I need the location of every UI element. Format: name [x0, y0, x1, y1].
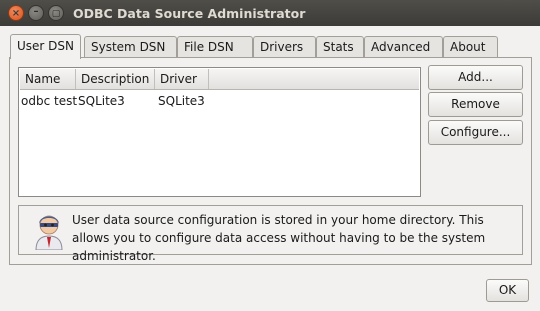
title-bar: × – ▢ ODBC Data Source Administrator — [0, 0, 540, 26]
remove-button[interactable]: Remove — [428, 92, 523, 117]
table-row[interactable]: odbc test SQLite3 SQLite3 — [21, 92, 416, 110]
tab-stats[interactable]: Stats — [316, 36, 364, 58]
tab-drivers[interactable]: Drivers — [253, 36, 316, 58]
tab-user-dsn[interactable]: User DSN — [10, 34, 81, 59]
tab-file-dsn[interactable]: File DSN — [177, 36, 253, 58]
tab-label: Stats — [323, 40, 354, 54]
list-header: Name Description Driver — [20, 69, 419, 90]
cell-name: odbc test — [21, 94, 78, 108]
user-icon — [35, 215, 63, 250]
add-button[interactable]: Add... — [428, 65, 523, 90]
tab-label: Drivers — [260, 40, 304, 54]
tab-label: About — [450, 40, 486, 54]
configure-button[interactable]: Configure... — [428, 120, 523, 145]
tab-advanced[interactable]: Advanced — [364, 36, 443, 58]
minimize-icon[interactable]: – — [28, 5, 44, 21]
window-title: ODBC Data Source Administrator — [73, 6, 306, 21]
column-header-description[interactable]: Description — [76, 69, 155, 89]
tab-label: File DSN — [184, 40, 234, 54]
info-text: User data source configuration is stored… — [72, 213, 486, 263]
user-dsn-panel: Name Description Driver odbc test SQLite… — [9, 57, 532, 265]
maximize-icon[interactable]: ▢ — [48, 5, 64, 21]
close-icon[interactable]: × — [8, 5, 24, 21]
tab-about[interactable]: About — [443, 36, 498, 58]
cell-description: SQLite3 — [78, 94, 125, 108]
column-header-name[interactable]: Name — [20, 69, 76, 89]
column-header-driver[interactable]: Driver — [155, 69, 209, 89]
cell-driver: SQLite3 — [158, 94, 205, 108]
tab-label: Advanced — [371, 40, 431, 54]
ok-button[interactable]: OK — [486, 279, 529, 302]
tab-label: System DSN — [91, 40, 166, 54]
tab-label: User DSN — [17, 39, 74, 53]
tab-system-dsn[interactable]: System DSN — [84, 36, 177, 58]
dsn-list[interactable]: Name Description Driver odbc test SQLite… — [18, 67, 421, 197]
info-box: User data source configuration is stored… — [18, 205, 523, 263]
